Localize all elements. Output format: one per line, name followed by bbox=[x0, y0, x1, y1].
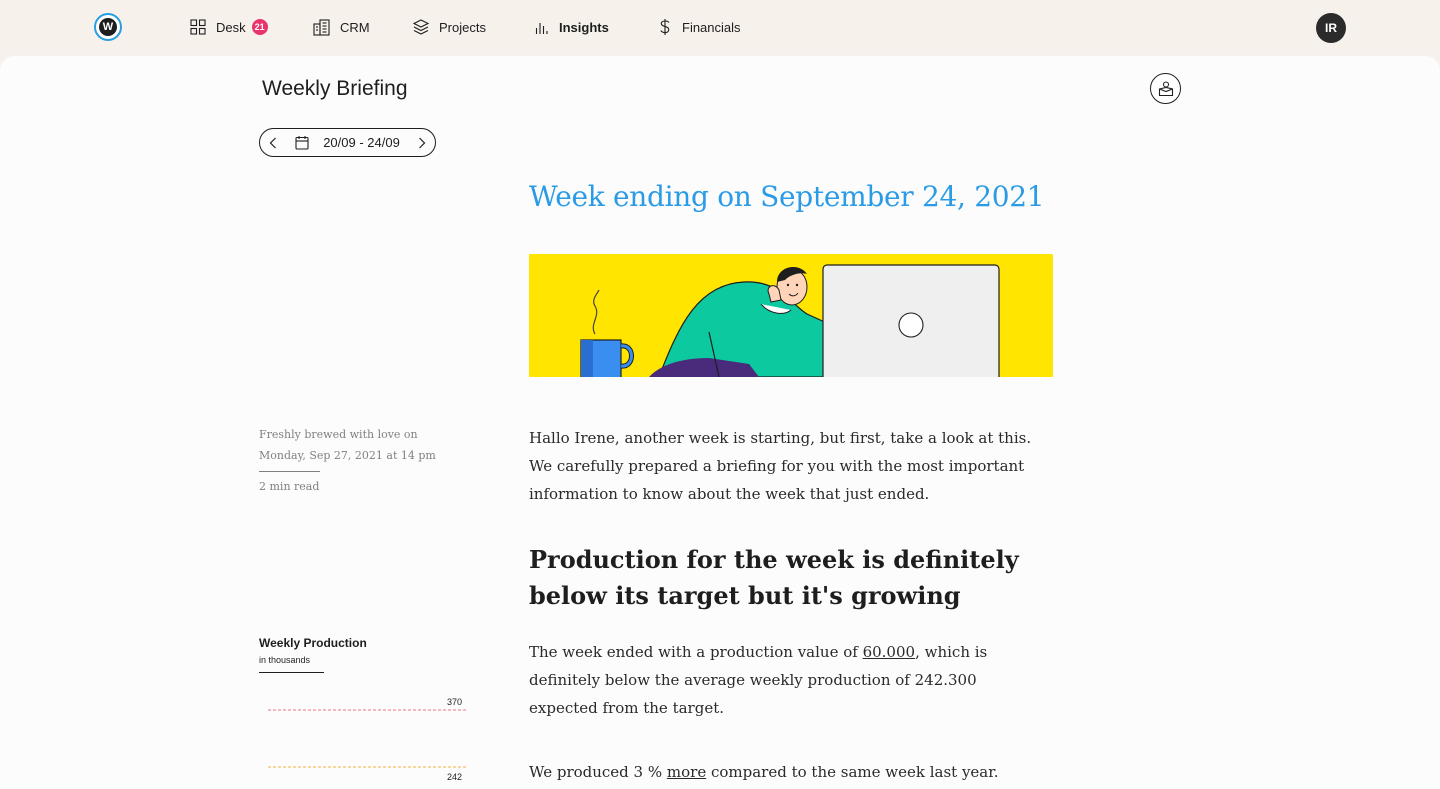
meta-brewed-label: Freshly brewed with love on bbox=[259, 428, 418, 441]
building-icon bbox=[313, 18, 330, 36]
layers-icon bbox=[413, 19, 429, 35]
hero-illustration bbox=[529, 254, 1053, 377]
next-week-button[interactable] bbox=[409, 130, 435, 156]
reference-label-242: 242 bbox=[447, 772, 462, 782]
reference-label-370: 370 bbox=[447, 697, 462, 707]
comparison-more-link[interactable]: more bbox=[667, 763, 706, 781]
date-range-label: 20/09 - 24/09 bbox=[323, 135, 400, 150]
chevron-left-icon bbox=[269, 137, 276, 148]
app-logo[interactable]: W bbox=[94, 13, 122, 41]
dollar-icon bbox=[660, 19, 670, 35]
page-title: Weekly Briefing bbox=[262, 77, 408, 100]
meta-divider bbox=[259, 471, 320, 472]
chart-subtitle: in thousands bbox=[259, 655, 311, 665]
top-navigation: W Desk 21 CRM Projects Insights Financia… bbox=[0, 0, 1440, 55]
weekly-production-chart: 370 242 bbox=[268, 697, 467, 782]
main-content: Weekly Briefing 20/09 - 24/09 Week endin… bbox=[0, 56, 1440, 789]
comparison-text-end: compared to the same week last year. bbox=[706, 763, 999, 781]
comparison-paragraph: We produced 3 % more compared to the sam… bbox=[529, 758, 1049, 786]
comparison-text-start: We produced 3 % bbox=[529, 763, 667, 781]
week-heading: Week ending on September 24, 2021 bbox=[529, 180, 1045, 213]
nav-label-financials: Financials bbox=[682, 19, 741, 35]
meta-date: Monday, Sep 27, 2021 at 14 pm bbox=[259, 449, 436, 462]
previous-week-button[interactable] bbox=[260, 130, 286, 156]
grid-icon bbox=[190, 19, 206, 35]
read-time: 2 min read bbox=[259, 480, 320, 493]
nav-label-insights: Insights bbox=[559, 19, 609, 35]
production-text-start: The week ended with a production value o… bbox=[529, 643, 863, 661]
section-heading: Production for the week is definitely be… bbox=[529, 545, 1019, 610]
chevron-right-icon bbox=[419, 137, 426, 148]
calendar-icon bbox=[295, 136, 309, 150]
bar-chart-icon bbox=[535, 23, 548, 34]
user-avatar[interactable]: IR bbox=[1316, 13, 1346, 43]
person-with-laptop-illustration bbox=[580, 264, 1000, 377]
chart-divider bbox=[259, 672, 324, 673]
nav-item-insights[interactable]: Insights bbox=[535, 17, 609, 37]
logo-letter: W bbox=[99, 18, 117, 36]
nav-label-crm: CRM bbox=[340, 19, 370, 35]
notification-badge: 21 bbox=[251, 19, 268, 35]
person-box-icon bbox=[1158, 80, 1173, 96]
production-value-link[interactable]: 60.000 bbox=[863, 643, 916, 661]
nav-label-projects: Projects bbox=[439, 19, 486, 35]
share-button[interactable] bbox=[1150, 73, 1181, 104]
date-range-picker: 20/09 - 24/09 bbox=[259, 128, 436, 157]
nav-item-desk[interactable]: Desk 21 bbox=[190, 17, 268, 37]
intro-paragraph: Hallo Irene, another week is starting, b… bbox=[529, 429, 1032, 503]
nav-item-projects[interactable]: Projects bbox=[413, 17, 486, 37]
nav-label-desk: Desk bbox=[216, 19, 246, 35]
nav-item-financials[interactable]: Financials bbox=[658, 17, 741, 37]
briefing-meta: Freshly brewed with love on Monday, Sep … bbox=[259, 424, 436, 497]
production-paragraph: The week ended with a production value o… bbox=[529, 638, 1009, 722]
date-range-display[interactable]: 20/09 - 24/09 bbox=[286, 135, 409, 150]
chart-title: Weekly Production bbox=[259, 636, 367, 650]
nav-item-crm[interactable]: CRM bbox=[313, 17, 370, 37]
